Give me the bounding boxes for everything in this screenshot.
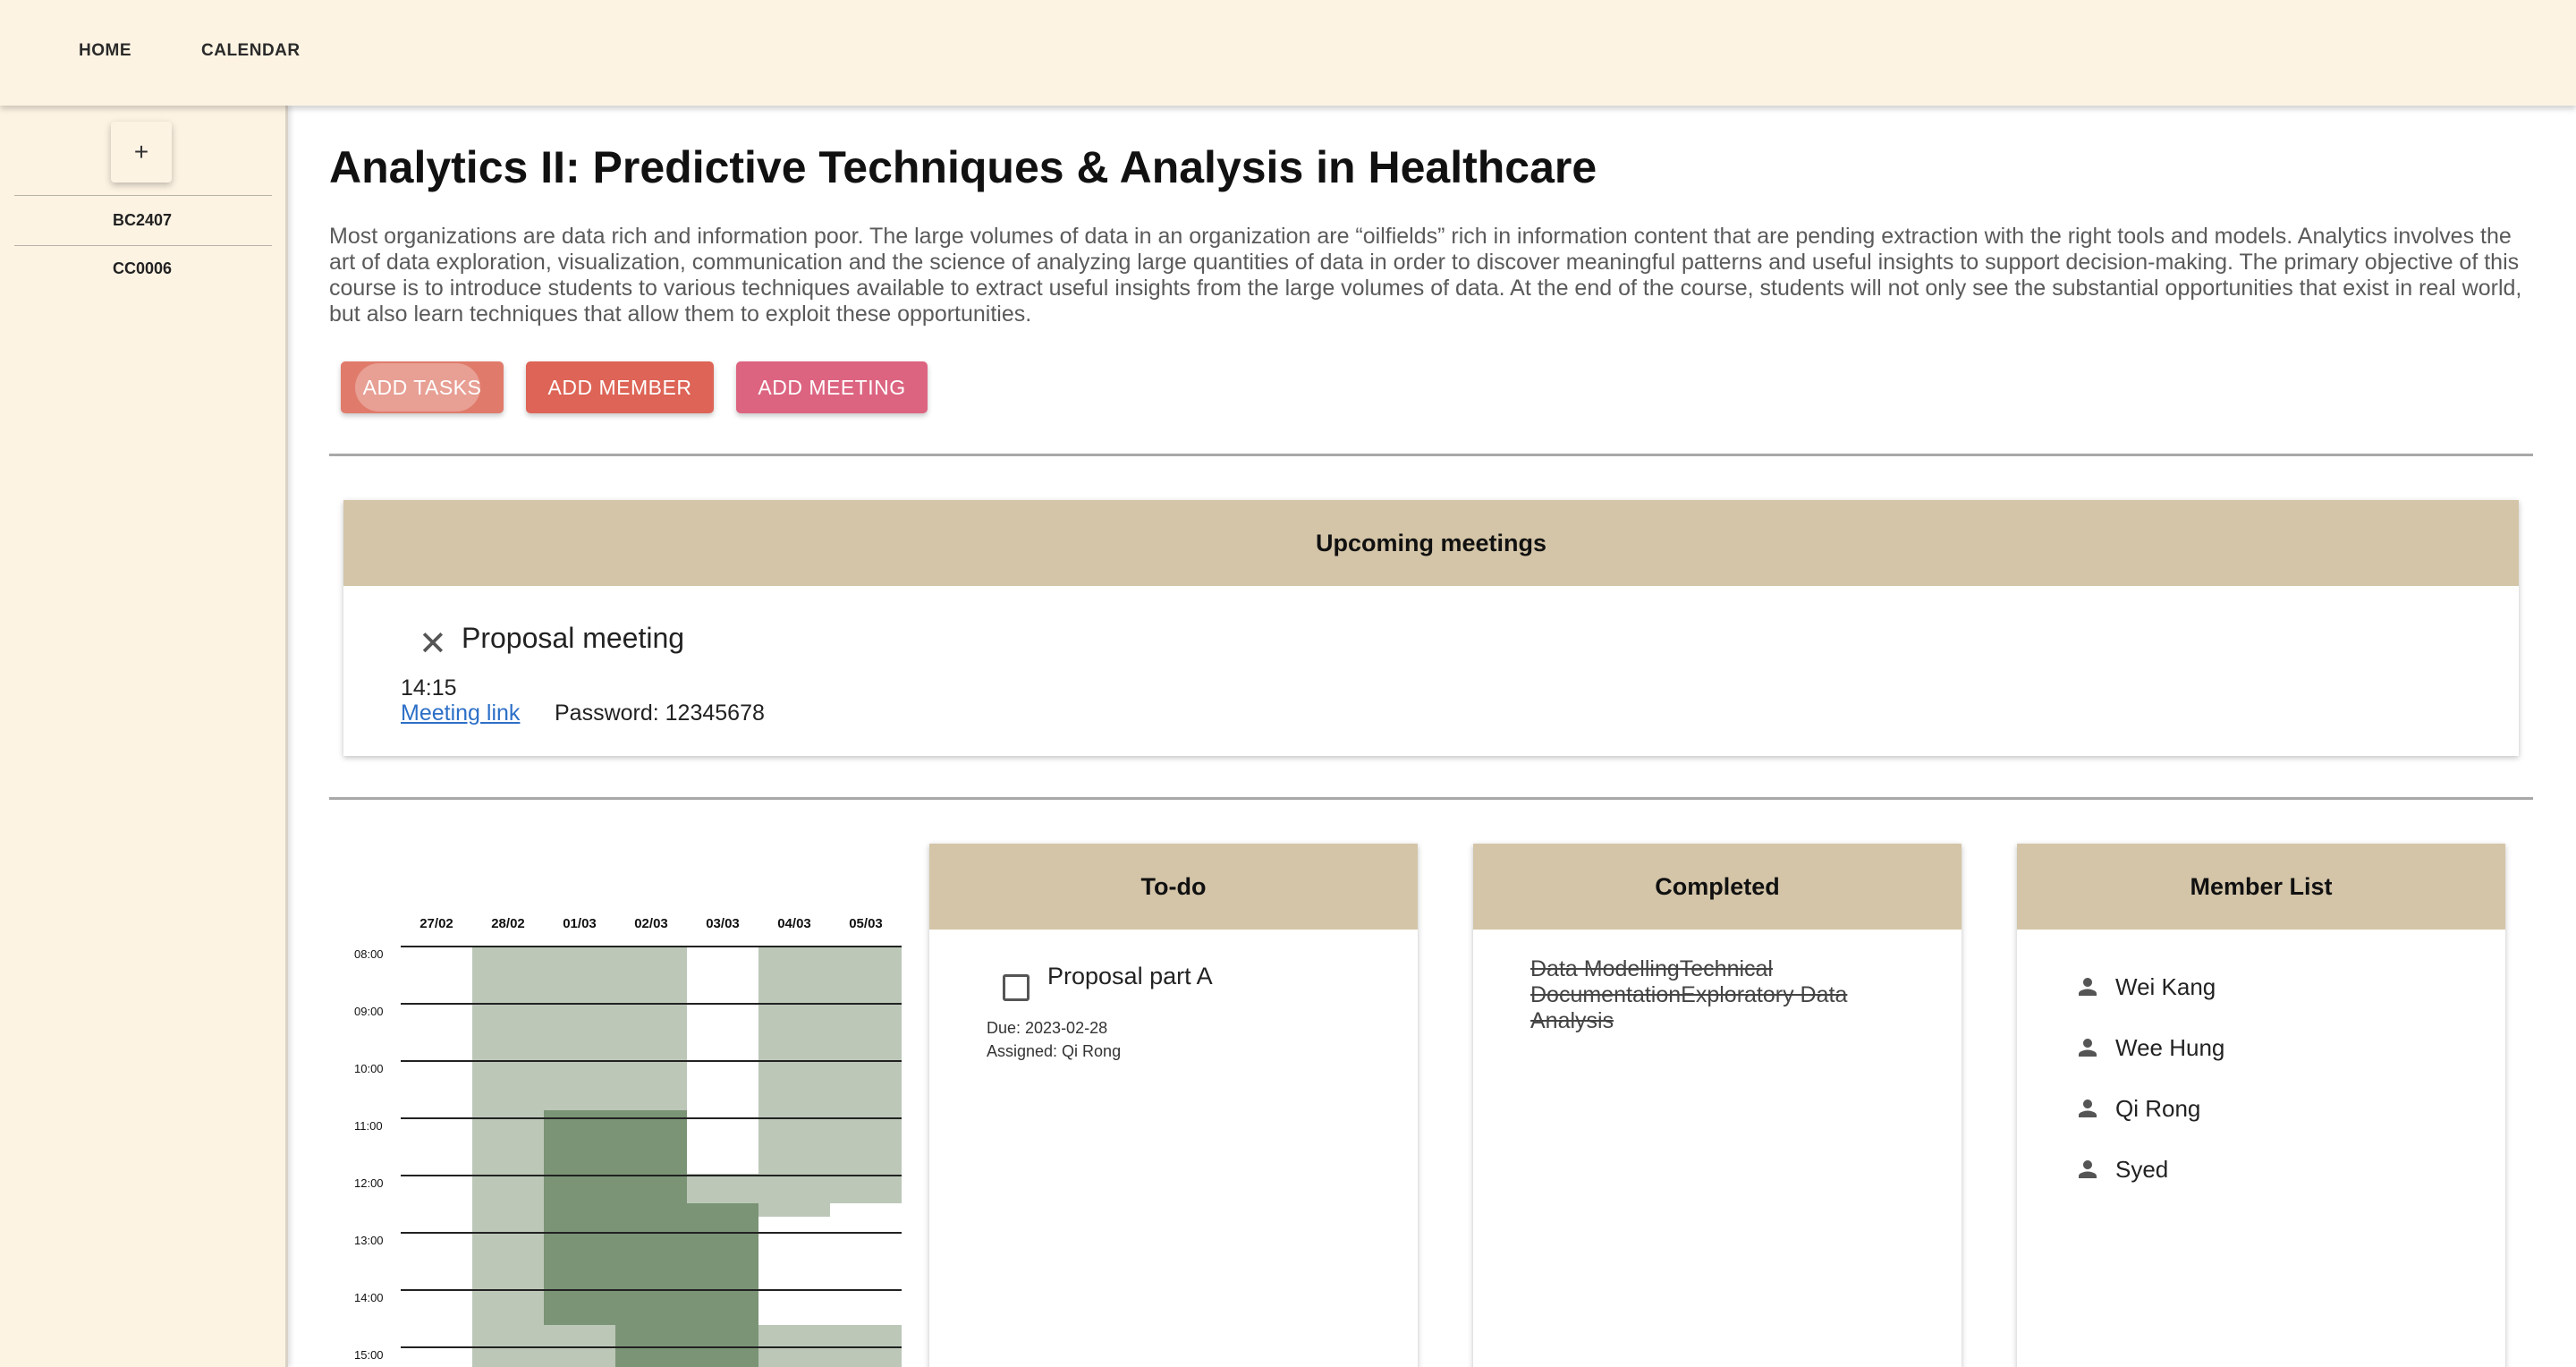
add-meeting-button[interactable]: ADD MEETING [736, 361, 928, 413]
schedule-time-label: 12:00 [354, 1176, 384, 1190]
course-description: Most organizations are data rich and inf… [329, 224, 2522, 327]
upcoming-meetings-header: Upcoming meetings [343, 500, 2519, 586]
availability-block [687, 1174, 758, 1203]
top-nav-bar: HOME CALENDAR [0, 0, 2576, 106]
schedule-gridline [401, 1232, 902, 1234]
person-icon [2079, 978, 2097, 996]
schedule-day-label: 02/03 [634, 916, 668, 931]
member-item: Syed [2074, 1151, 2168, 1187]
availability-block [544, 1110, 615, 1325]
schedule-gridline [401, 1003, 902, 1005]
meeting-name: Proposal meeting [462, 622, 685, 654]
member-item: Wee Hung [2074, 1030, 2224, 1066]
todo-header: To-do [929, 844, 1418, 930]
meeting-link[interactable]: Meeting link [401, 700, 520, 726]
person-icon [2079, 1039, 2097, 1057]
schedule-gridline [401, 1060, 902, 1062]
schedule-day-label: 27/02 [419, 916, 453, 931]
completed-tasks-text: Data ModellingTechnical DocumentationExp… [1530, 956, 1848, 1033]
schedule-day-label: 01/03 [563, 916, 597, 931]
section-divider [329, 454, 2533, 456]
meeting-time: 14:15 [401, 675, 457, 700]
completed-card: Completed Data ModellingTechnical Docume… [1473, 844, 1962, 1367]
sidebar-item-bc2407[interactable]: BC2407 [0, 211, 284, 230]
availability-block [544, 946, 615, 1110]
schedule-time-label: 08:00 [354, 947, 384, 961]
member-list-card: Member List Wei Kang Wee Hung Qi Rong Sy… [2017, 844, 2505, 1367]
member-item: Qi Rong [2074, 1091, 2200, 1126]
add-group-button[interactable]: + [111, 122, 172, 183]
upcoming-meetings-card: Upcoming meetings ✕ Proposal meeting 14:… [343, 500, 2519, 756]
schedule-day-label: 05/03 [849, 916, 883, 931]
availability-block [758, 946, 830, 1217]
add-tasks-button[interactable]: ADD TASKS [341, 361, 504, 413]
todo-item-due: Due: 2023-02-28 [987, 1019, 1108, 1037]
schedule-time-label: 15:00 [354, 1348, 384, 1362]
page-title: Analytics II: Predictive Techniques & An… [329, 142, 1597, 192]
sidebar-item-cc0006[interactable]: CC0006 [0, 259, 284, 278]
member-name: Qi Rong [2115, 1094, 2201, 1122]
todo-item-assigned: Assigned: Qi Rong [987, 1042, 1122, 1060]
member-list-header: Member List [2017, 844, 2505, 930]
schedule-time-label: 11:00 [354, 1119, 383, 1133]
sidebar: + BC2407 CC0006 [0, 106, 288, 1367]
delete-meeting-close-icon[interactable]: ✕ [419, 627, 447, 661]
schedule-time-label: 14:00 [354, 1291, 384, 1304]
person-icon [2079, 1100, 2097, 1117]
schedule-day-label: 03/03 [706, 916, 740, 931]
member-item: Wei Kang [2074, 969, 2216, 1005]
sidebar-divider [14, 195, 272, 196]
todo-item-name: Proposal part A [1047, 963, 1213, 989]
availability-block [615, 1110, 687, 1367]
member-name: Wee Hung [2115, 1033, 2225, 1061]
schedule-gridline [401, 946, 902, 947]
todo-card: To-do Proposal part A Due: 2023-02-28 As… [929, 844, 1418, 1367]
person-icon [2079, 1160, 2097, 1178]
schedule-gridline [401, 1175, 902, 1176]
schedule-time-label: 10:00 [354, 1062, 384, 1075]
completed-header: Completed [1473, 844, 1962, 930]
schedule-gridline [401, 1117, 902, 1119]
availability-block [615, 946, 687, 1110]
member-name: Wei Kang [2115, 972, 2216, 1000]
schedule-time-label: 09:00 [354, 1005, 384, 1018]
availability-block [830, 946, 902, 1203]
availability-block [472, 946, 544, 1367]
availability-block [687, 1203, 758, 1367]
member-name: Syed [2115, 1155, 2169, 1183]
schedule-day-label: 04/03 [777, 916, 811, 931]
meeting-password: Password: 12345678 [555, 700, 765, 726]
add-member-button[interactable]: ADD MEMBER [526, 361, 714, 413]
nav-home-link[interactable]: HOME [79, 41, 131, 61]
schedule-gridline [401, 1289, 902, 1291]
schedule-day-label: 28/02 [491, 916, 525, 931]
schedule-gridline [401, 1346, 902, 1348]
section-divider [329, 797, 2533, 800]
todo-checkbox[interactable] [1003, 974, 1030, 1001]
schedule-time-label: 13:00 [354, 1234, 384, 1247]
availability-schedule: 27/02 28/02 01/03 02/03 03/03 04/03 05/0… [329, 904, 911, 1367]
add-tasks-label: ADD TASKS [362, 375, 482, 399]
sidebar-divider [14, 245, 272, 246]
nav-calendar-link[interactable]: CALENDAR [201, 41, 301, 61]
